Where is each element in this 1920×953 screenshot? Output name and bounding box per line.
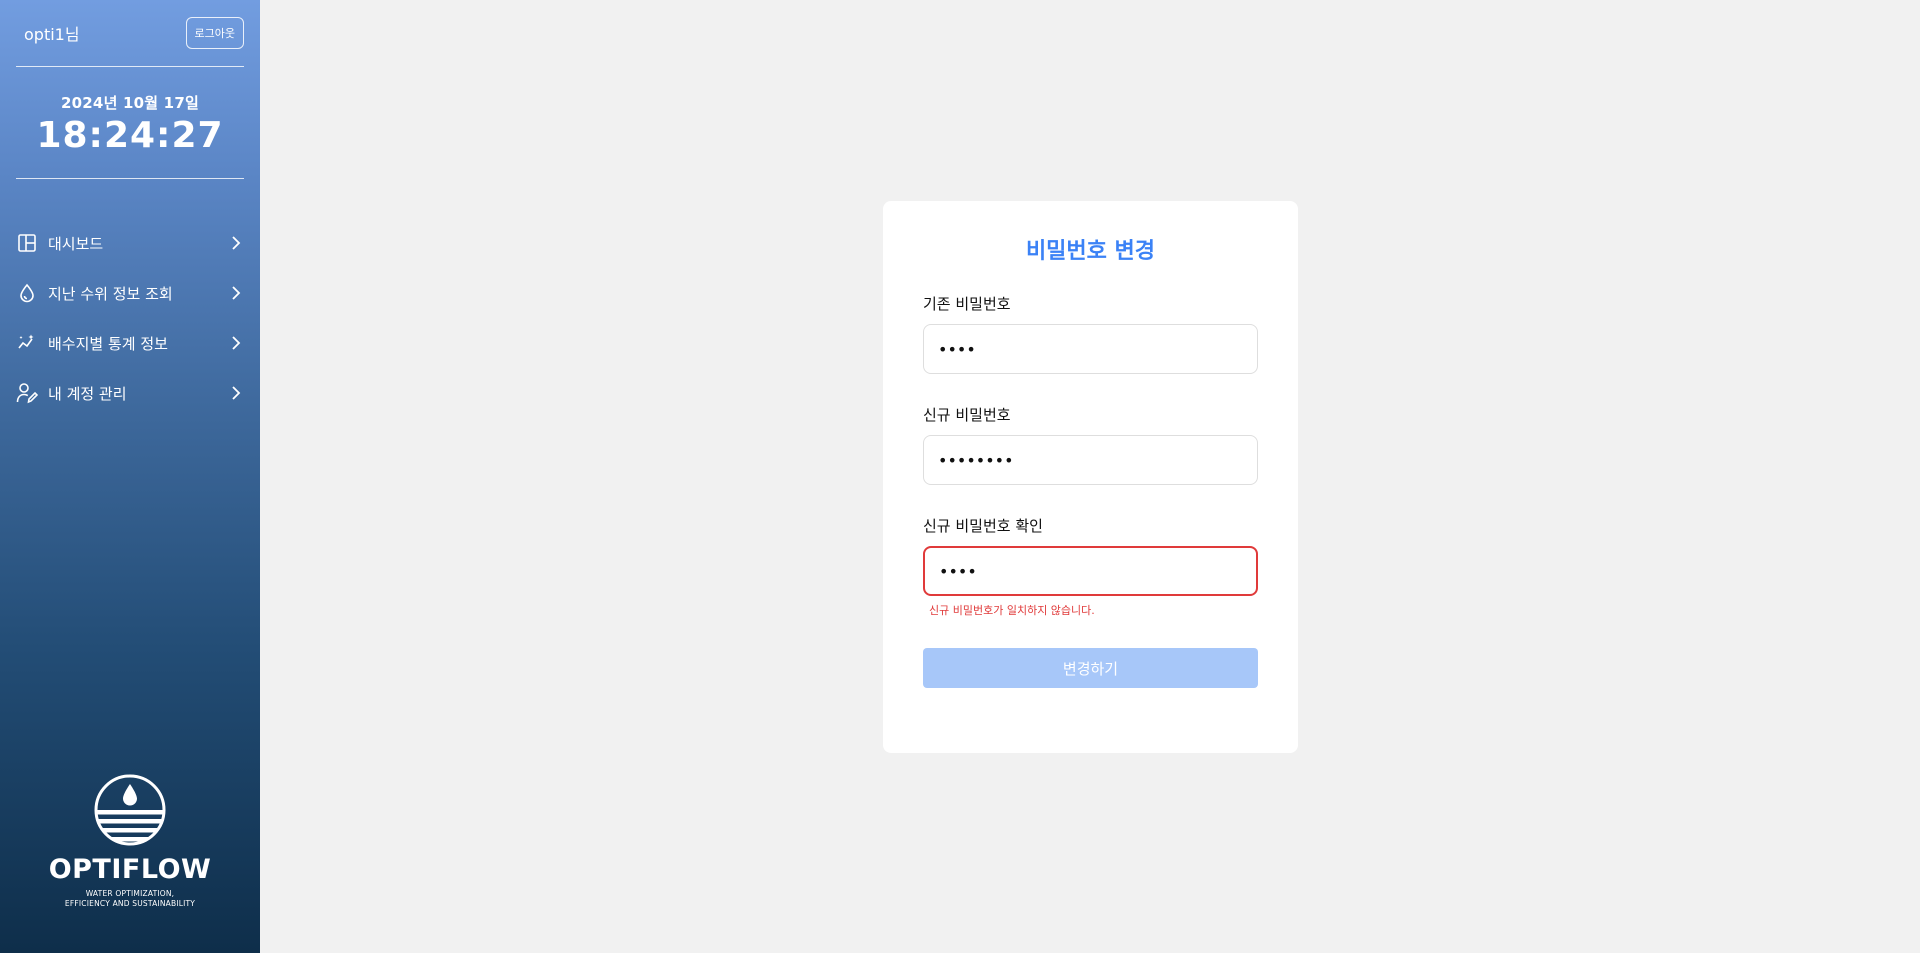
chevron-right-icon	[228, 335, 244, 351]
sidebar-item-water-history[interactable]: 지난 수위 정보 조회	[16, 268, 244, 318]
confirm-password-input[interactable]	[923, 546, 1258, 596]
sidebar-item-statistics[interactable]: 배수지별 통계 정보	[16, 318, 244, 368]
sidebar-item-account[interactable]: 내 계정 관리	[16, 368, 244, 418]
brand-tagline-line: WATER OPTIMIZATION,	[85, 889, 175, 898]
brand-tagline-line: EFFICIENCY AND SUSTAINABILITY	[64, 899, 196, 908]
new-password-field: 신규 비밀번호	[923, 404, 1258, 485]
optiflow-logo-icon	[94, 774, 166, 846]
current-password-field: 기존 비밀번호	[923, 293, 1258, 374]
brand: OPTIFLOW WATER OPTIMIZATION, EFFICIENCY …	[0, 774, 260, 909]
user-name: opti1님	[24, 25, 80, 44]
water-drop-icon	[16, 282, 38, 304]
confirm-password-field: 신규 비밀번호 확인 신규 비밀번호가 일치하지 않습니다.	[923, 515, 1258, 618]
logout-button[interactable]: 로그아웃	[185, 17, 244, 49]
field-label: 신규 비밀번호 확인	[923, 517, 1043, 535]
user-edit-icon	[16, 382, 38, 404]
user-row: opti1님 로그아웃	[16, 16, 244, 50]
chart-sparkle-icon	[16, 332, 38, 354]
sidebar-item-label: 지난 수위 정보 조회	[48, 284, 173, 303]
chevron-right-icon	[228, 235, 244, 251]
password-change-card: 비밀번호 변경 기존 비밀번호 신규 비밀번호 신규 비밀번호 확인 신규 비밀…	[883, 201, 1298, 753]
chevron-right-icon	[228, 385, 244, 401]
current-date: 2024년 10월 17일	[61, 94, 199, 112]
current-password-input[interactable]	[923, 324, 1258, 374]
change-password-button[interactable]: 변경하기	[923, 648, 1258, 688]
sidebar-item-dashboard[interactable]: 대시보드	[16, 218, 244, 268]
sidebar: opti1님 로그아웃 2024년 10월 17일 18:24:27 대시보드	[0, 0, 260, 953]
error-message: 신규 비밀번호가 일치하지 않습니다.	[929, 604, 1095, 617]
field-label: 기존 비밀번호	[923, 295, 1011, 313]
divider	[16, 178, 244, 179]
sidebar-nav: 대시보드 지난 수위 정보 조회 배수지별 통계 정보 내 계정 관리	[16, 218, 244, 418]
new-password-input[interactable]	[923, 435, 1258, 485]
sidebar-item-label: 배수지별 통계 정보	[48, 334, 168, 353]
brand-name: OPTIFLOW	[48, 854, 212, 885]
current-time: 18:24:27	[36, 115, 224, 156]
brand-tagline: WATER OPTIMIZATION, EFFICIENCY AND SUSTA…	[0, 889, 260, 909]
dashboard-icon	[16, 232, 38, 254]
page-title: 비밀번호 변경	[1025, 239, 1156, 264]
divider	[16, 66, 244, 67]
sidebar-item-label: 대시보드	[48, 234, 104, 253]
field-label: 신규 비밀번호	[923, 406, 1011, 424]
sidebar-item-label: 내 계정 관리	[48, 384, 127, 403]
chevron-right-icon	[228, 285, 244, 301]
clock: 2024년 10월 17일 18:24:27	[0, 92, 260, 156]
